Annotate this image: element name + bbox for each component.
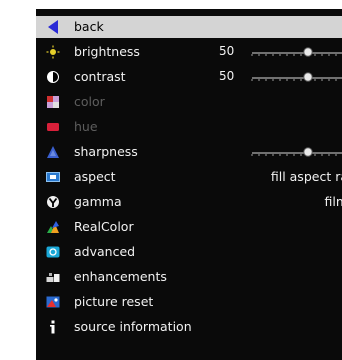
menu-item-label: gamma (74, 194, 122, 209)
brightness-slider[interactable] (248, 45, 342, 59)
contrast-value: 50 (219, 69, 235, 83)
menu-item-hue: hue (36, 116, 342, 138)
menu-item-gamma[interactable]: gamma film (36, 191, 342, 213)
menu-item-label: enhancements (74, 269, 167, 284)
menu-item-source-information[interactable]: source information (36, 316, 342, 338)
aspect-value: fill aspect ra (270, 169, 342, 184)
sharpness-slider[interactable] (248, 145, 342, 159)
menu-item-label: back (74, 19, 104, 34)
sun-icon (46, 45, 60, 59)
picture-menu: back brightness 50 contrast 50 color hue… (36, 9, 342, 360)
slider-knob[interactable] (303, 72, 313, 82)
picture-reset-icon (46, 296, 60, 308)
menu-item-label: color (74, 94, 105, 109)
aspect-icon (46, 172, 60, 182)
menu-item-label: brightness (74, 44, 140, 59)
sharpness-icon (47, 146, 59, 158)
realcolor-icon (47, 221, 59, 233)
menu-item-picture-reset[interactable]: picture reset (36, 291, 342, 313)
slider-knob[interactable] (303, 47, 313, 57)
menu-item-label: source information (74, 319, 192, 334)
menu-item-sharpness[interactable]: sharpness (36, 141, 342, 163)
menu-item-back[interactable]: back (36, 16, 342, 38)
hue-icon (47, 123, 59, 131)
info-icon (50, 320, 55, 334)
menu-item-label: contrast (74, 69, 126, 84)
back-arrow-icon (48, 20, 58, 34)
brightness-value: 50 (219, 44, 235, 58)
menu-item-advanced[interactable]: advanced (36, 241, 342, 263)
contrast-slider[interactable] (248, 70, 342, 84)
color-palette-icon (47, 96, 59, 108)
menu-item-brightness[interactable]: brightness 50 (36, 41, 342, 63)
menu-item-contrast[interactable]: contrast 50 (36, 66, 342, 88)
menu-item-label: sharpness (74, 144, 138, 159)
gamma-icon (47, 196, 59, 208)
contrast-icon (47, 71, 59, 83)
menu-item-label: picture reset (74, 294, 154, 309)
slider-knob[interactable] (303, 147, 313, 157)
enhancements-icon (46, 273, 60, 282)
advanced-icon (46, 246, 60, 258)
menu-item-realcolor[interactable]: RealColor (36, 216, 342, 238)
menu-item-color: color (36, 91, 342, 113)
menu-item-label: hue (74, 119, 98, 134)
menu-item-enhancements[interactable]: enhancements (36, 266, 342, 288)
gamma-value: film (324, 194, 342, 209)
menu-item-label: aspect (74, 169, 116, 184)
menu-item-aspect[interactable]: aspect fill aspect ra (36, 166, 342, 188)
menu-item-label: RealColor (74, 219, 134, 234)
menu-item-label: advanced (74, 244, 136, 259)
